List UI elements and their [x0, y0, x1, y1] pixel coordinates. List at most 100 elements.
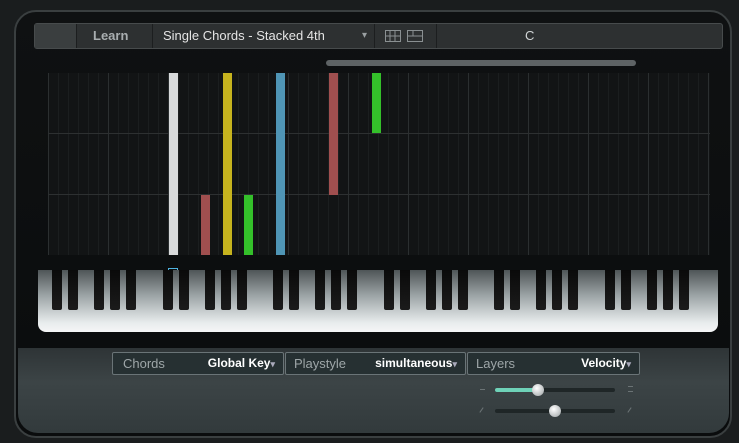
chords-dropdown[interactable]: Chords Global Key▾ [112, 352, 284, 375]
grid-line [88, 73, 89, 255]
grid-line [298, 73, 299, 255]
grid-line [58, 73, 59, 255]
note-grid[interactable] [48, 73, 710, 255]
learn-label: Learn [93, 28, 129, 43]
black-key[interactable] [510, 270, 520, 310]
minus-icon [480, 389, 485, 390]
black-key[interactable] [94, 270, 104, 310]
note-bar [276, 73, 285, 255]
key-label: C [525, 28, 535, 43]
grid-line [518, 73, 519, 255]
upper-slider[interactable] [495, 384, 615, 396]
black-key[interactable] [442, 270, 452, 310]
piano-keyboard[interactable] [38, 270, 718, 332]
horizontal-scrollbar[interactable] [326, 60, 636, 66]
black-key[interactable] [426, 270, 436, 310]
black-key[interactable] [68, 270, 78, 310]
black-key[interactable] [605, 270, 615, 310]
black-key[interactable] [273, 270, 283, 310]
black-key[interactable] [458, 270, 468, 310]
chevron-down-icon: ▾ [361, 30, 367, 41]
black-key[interactable] [289, 270, 299, 310]
grid-line [538, 73, 539, 255]
layers-value: Velocity▾ [581, 356, 631, 370]
grid-line [498, 73, 499, 255]
grid-line [618, 73, 619, 255]
grid-line [128, 73, 129, 255]
grid-line [118, 73, 119, 255]
black-key[interactable] [52, 270, 62, 310]
black-key[interactable] [400, 270, 410, 310]
note-bar [201, 195, 210, 255]
grid-line [288, 73, 289, 255]
note-bar [372, 73, 381, 133]
grid-line [178, 73, 179, 255]
grid-line [568, 73, 569, 255]
grid-line [508, 73, 509, 255]
grid-line [198, 73, 199, 255]
black-key[interactable] [621, 270, 631, 310]
note-bar [223, 73, 232, 255]
list-view-icon[interactable] [407, 30, 423, 42]
playstyle-value: simultaneous▾ [375, 356, 457, 370]
grid-line [158, 73, 159, 255]
grid-line [398, 73, 399, 255]
grid-line [68, 73, 69, 255]
lower-slider-knob[interactable] [549, 405, 561, 417]
grid-line [188, 73, 189, 255]
grid-line [488, 73, 489, 255]
black-key[interactable] [126, 270, 136, 310]
black-key[interactable] [536, 270, 546, 310]
black-key[interactable] [205, 270, 215, 310]
black-key[interactable] [663, 270, 673, 310]
grid-line [688, 73, 689, 255]
black-key[interactable] [568, 270, 578, 310]
black-key[interactable] [331, 270, 341, 310]
chord-mode-label: Single Chords - Stacked 4th [163, 28, 325, 43]
grid-line [308, 73, 309, 255]
grid-line [78, 73, 79, 255]
black-key[interactable] [237, 270, 247, 310]
black-key[interactable] [179, 270, 189, 310]
grid-line [678, 73, 679, 255]
grid-line [528, 73, 529, 255]
lower-slider[interactable] [495, 405, 615, 417]
learn-button[interactable]: Learn [77, 24, 153, 48]
grid-line [418, 73, 419, 255]
black-key[interactable] [384, 270, 394, 310]
grid-line [258, 73, 259, 255]
grid-line [438, 73, 439, 255]
toolbar: Learn Single Chords - Stacked 4th ▾ C [34, 23, 723, 49]
grid-line [668, 73, 669, 255]
grid-line [468, 73, 469, 255]
grid-view-icon[interactable] [385, 30, 401, 42]
black-key[interactable] [221, 270, 231, 310]
grid-line [358, 73, 359, 255]
grid-line [458, 73, 459, 255]
note-bar [169, 73, 178, 255]
chord-mode-dropdown[interactable]: Single Chords - Stacked 4th ▾ [153, 24, 375, 48]
grid-line [578, 73, 579, 255]
grid-line [268, 73, 269, 255]
chevron-down-icon: ▾ [626, 359, 631, 369]
chords-value: Global Key▾ [207, 356, 275, 370]
grid-line [708, 73, 709, 255]
grid-line [138, 73, 139, 255]
grid-line [348, 73, 349, 255]
grid-line [48, 73, 49, 255]
black-key[interactable] [679, 270, 689, 310]
chords-label: Chords [123, 356, 165, 371]
black-key[interactable] [110, 270, 120, 310]
grid-line [698, 73, 699, 255]
playstyle-dropdown[interactable]: Playstyle simultaneous▾ [285, 352, 466, 375]
black-key[interactable] [347, 270, 357, 310]
black-key[interactable] [315, 270, 325, 310]
upper-slider-knob[interactable] [532, 384, 544, 396]
black-key[interactable] [494, 270, 504, 310]
grid-line [408, 73, 409, 255]
black-key[interactable] [552, 270, 562, 310]
grid-line [648, 73, 649, 255]
black-key[interactable] [647, 270, 657, 310]
layers-dropdown[interactable]: Layers Velocity▾ [467, 352, 640, 375]
black-key[interactable] [163, 270, 173, 310]
